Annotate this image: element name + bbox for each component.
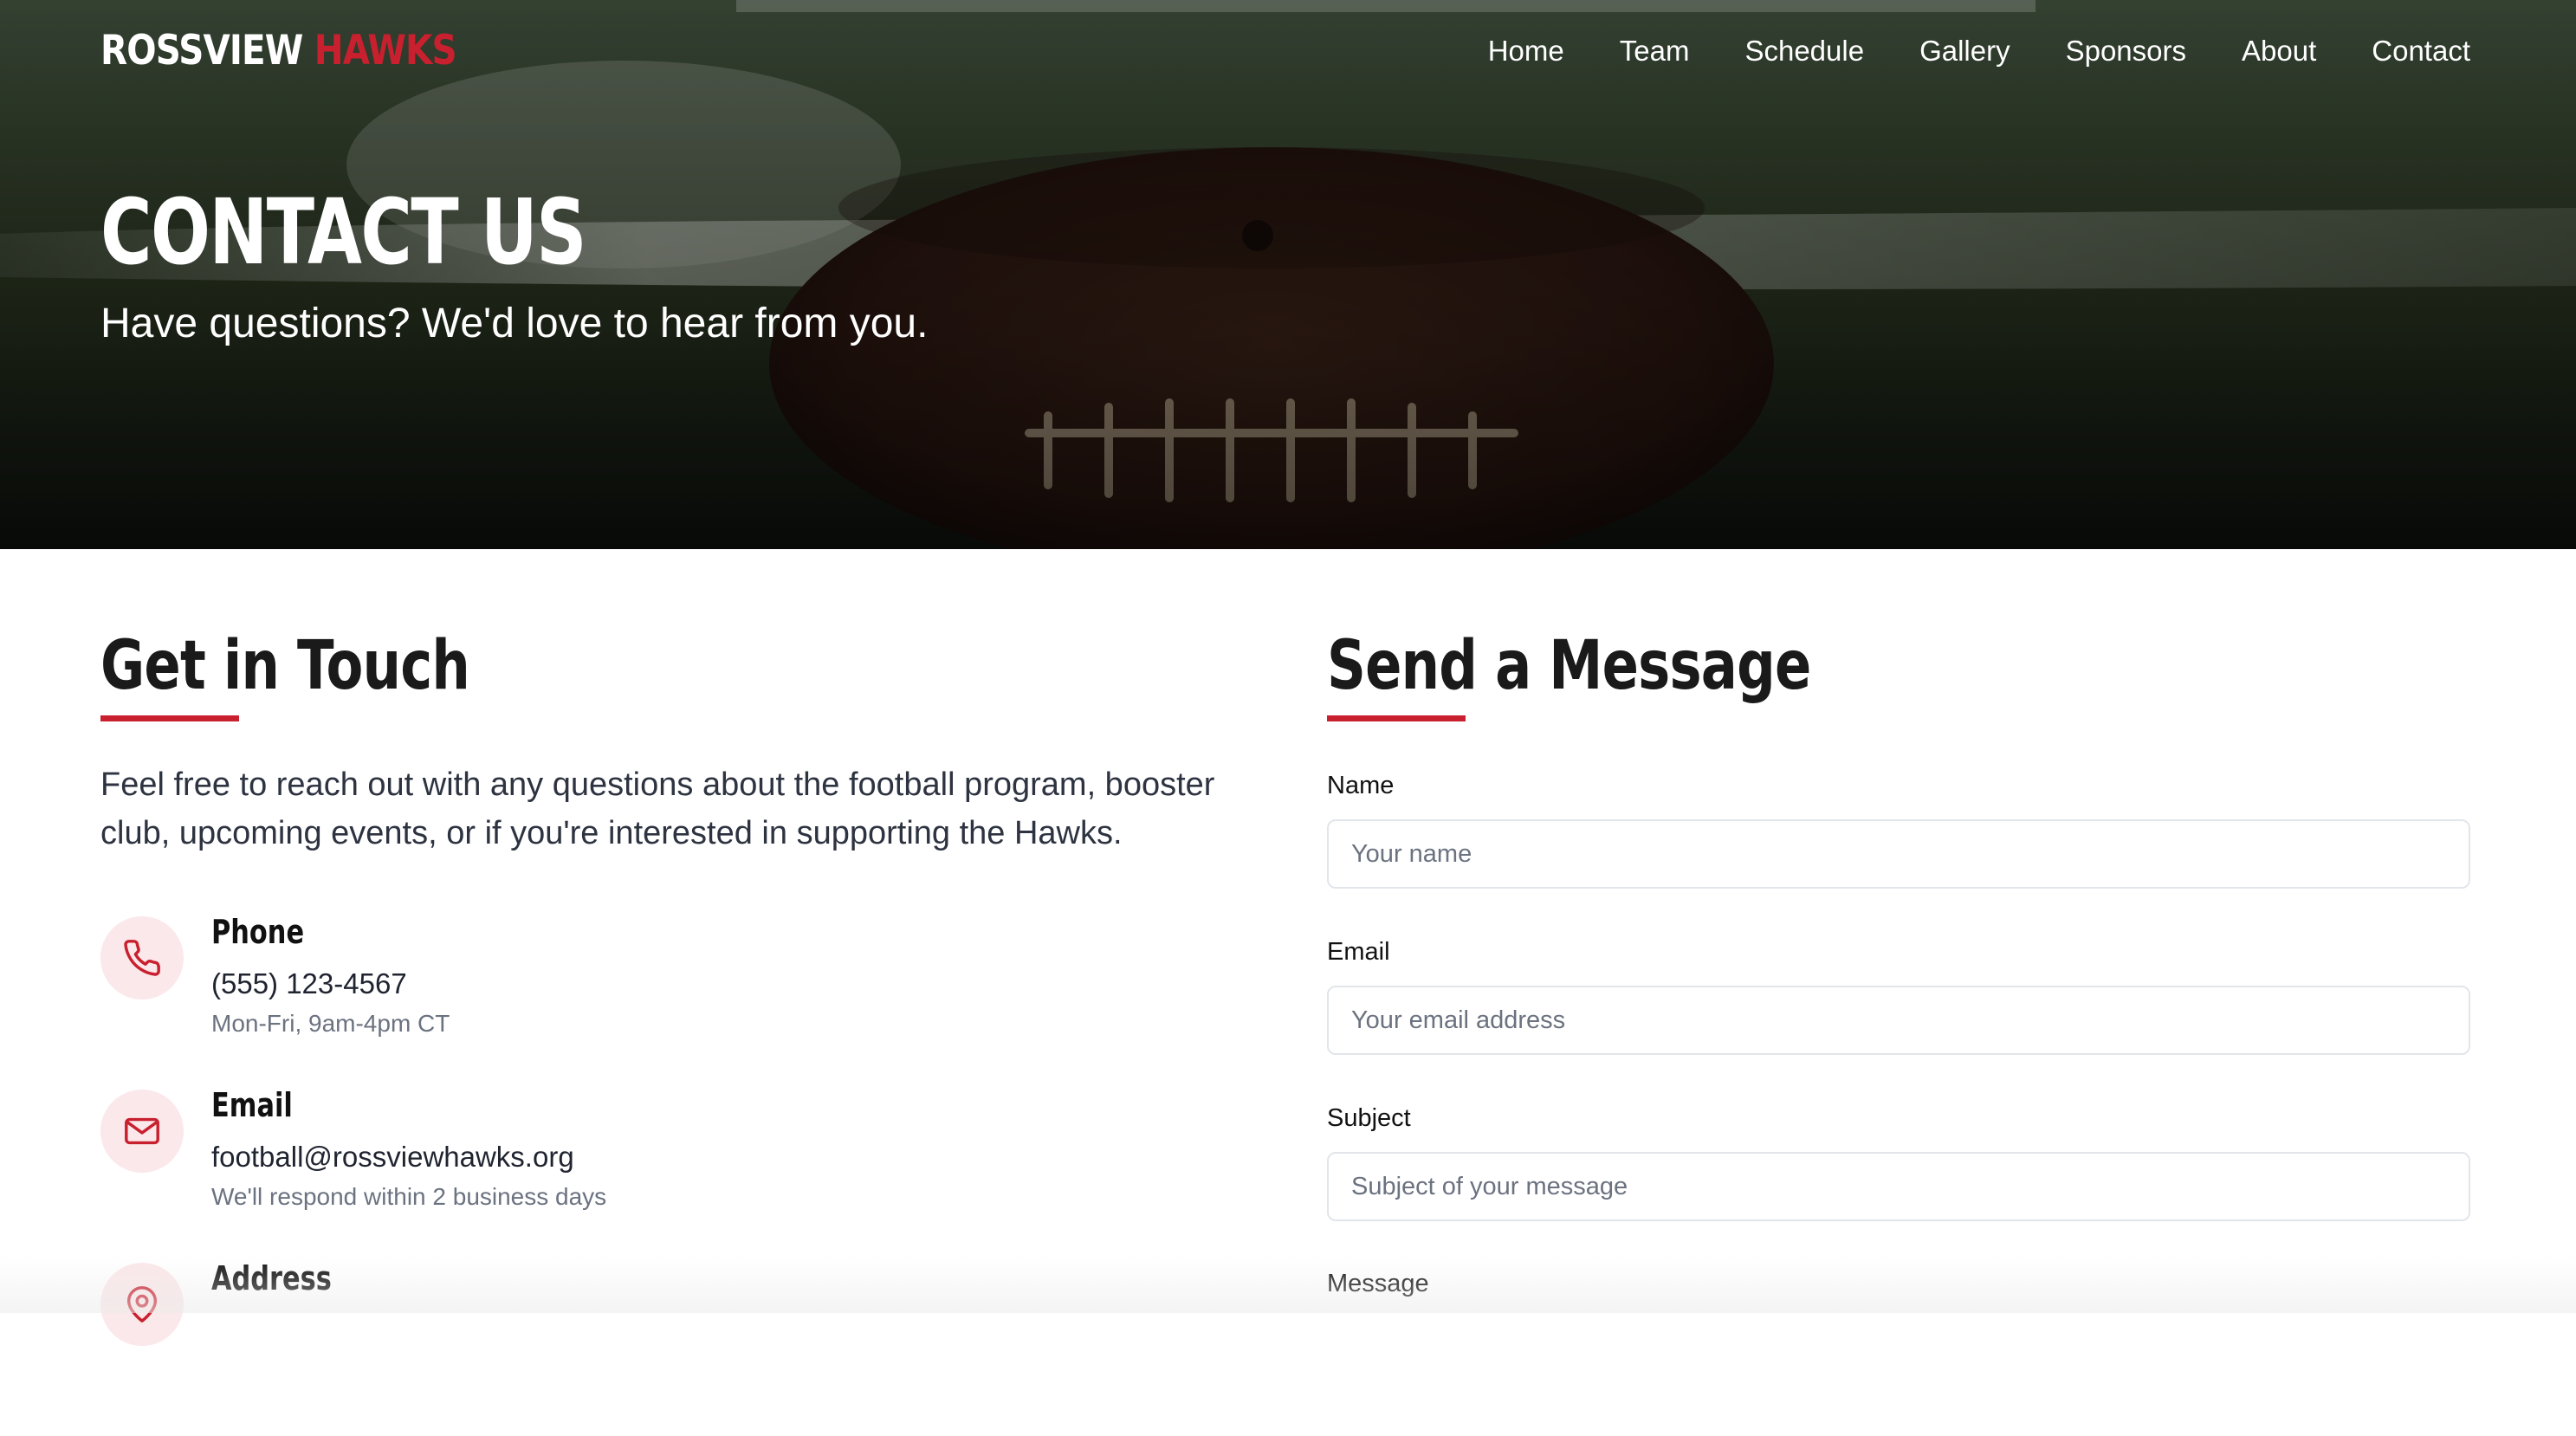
get-in-touch-underline (100, 715, 239, 721)
name-label: Name (1327, 772, 1395, 799)
get-in-touch-intro: Feel free to reach out with any question… (100, 767, 1215, 851)
message-label: Message (1327, 1270, 1429, 1297)
contact-email-note: We'll respond within 2 business days (211, 1183, 607, 1210)
contact-address-title: Address (211, 1259, 332, 1297)
contact-phone-title: Phone (211, 913, 305, 951)
site-logo[interactable]: ROSSVIEW HAWKS (100, 26, 457, 76)
main-navigation: Home Team Schedule Gallery Sponsors Abou… (1433, 26, 2470, 76)
contact-phone-note: Mon-Fri, 9am-4pm CT (211, 1010, 450, 1037)
nav-link-contact[interactable]: Contact (2372, 35, 2470, 68)
name-input[interactable] (1327, 819, 2470, 889)
page-subtitle: Have questions? We'd love to hear from y… (100, 301, 929, 346)
nav-link-team[interactable]: Team (1620, 35, 1690, 68)
contact-phone-value[interactable]: (555) 123-4567 (211, 965, 407, 1003)
logo-text-main: ROSSVIEW (100, 27, 303, 74)
mail-icon (100, 1090, 184, 1173)
nav-link-about[interactable]: About (2242, 35, 2316, 68)
nav-link-home[interactable]: Home (1488, 35, 1564, 68)
nav-link-sponsors[interactable]: Sponsors (2066, 35, 2186, 68)
map-pin-icon (100, 1263, 184, 1346)
get-in-touch-heading: Get in Touch (100, 627, 470, 705)
contact-item-phone: Phone (555) 123-4567 Mon-Fri, 9am-4pm CT (100, 913, 1227, 1090)
subject-label: Subject (1327, 1104, 1411, 1132)
hero-banner: ROSSVIEW HAWKS Home Team Schedule Galler… (0, 0, 2576, 549)
page-title: CONTACT US (100, 179, 587, 285)
nav-link-gallery[interactable]: Gallery (1919, 35, 2010, 68)
send-message-underline (1327, 715, 1466, 721)
email-label: Email (1327, 938, 1390, 966)
nav-link-schedule[interactable]: Schedule (1744, 35, 1864, 68)
contact-item-email: Email football@rossviewhawks.org We'll r… (100, 1086, 1227, 1263)
email-input[interactable] (1327, 986, 2470, 1055)
contact-email-title: Email (211, 1086, 293, 1124)
phone-icon (100, 916, 184, 999)
contact-item-address: Address (100, 1259, 1227, 1436)
contact-email-value[interactable]: football@rossviewhawks.org (211, 1138, 574, 1176)
send-message-heading: Send a Message (1327, 627, 1811, 705)
logo-text-accent: HAWKS (314, 27, 457, 74)
subject-input[interactable] (1327, 1152, 2470, 1221)
